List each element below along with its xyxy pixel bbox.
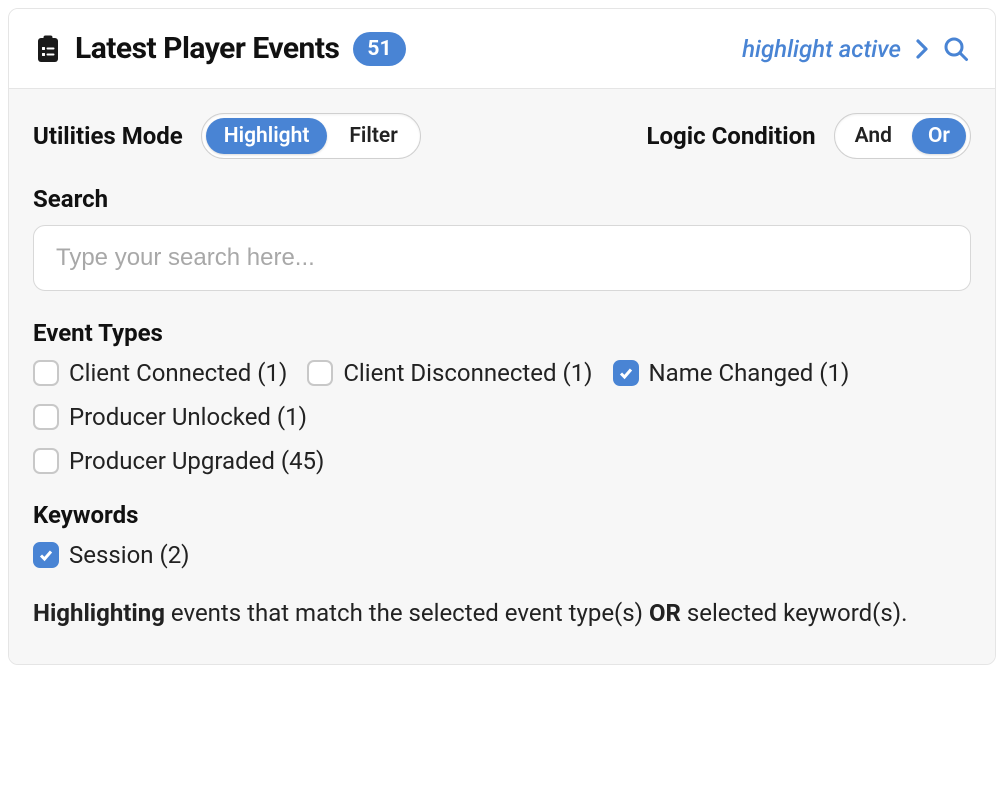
utilities-mode-label: Utilities Mode — [33, 122, 183, 150]
summary-or: OR — [649, 599, 681, 627]
panel-body: Utilities Mode Highlight Filter Logic Co… — [9, 89, 995, 664]
checkbox-box — [613, 360, 639, 386]
checkbox-label: Producer Upgraded (45) — [69, 447, 324, 475]
panel-title: Latest Player Events — [75, 31, 339, 66]
panel-header-right: highlight active — [742, 35, 969, 63]
utilities-mode-group: Utilities Mode Highlight Filter — [33, 113, 421, 159]
keywords-label: Keywords — [33, 501, 971, 529]
checkbox-label: Name Changed (1) — [649, 359, 850, 387]
logic-condition-label: Logic Condition — [647, 122, 816, 150]
checkbox-label: Producer Unlocked (1) — [69, 403, 307, 431]
checkbox-client-disconnected[interactable]: Client Disconnected (1) — [307, 359, 592, 387]
checkbox-name-changed[interactable]: Name Changed (1) — [613, 359, 850, 387]
chevron-right-icon[interactable] — [915, 38, 929, 60]
checkbox-box — [33, 404, 59, 430]
checkbox-box — [307, 360, 333, 386]
checkbox-label: Client Disconnected (1) — [343, 359, 592, 387]
utilities-mode-highlight[interactable]: Highlight — [206, 118, 328, 154]
checkbox-producer-upgraded[interactable]: Producer Upgraded (45) — [33, 447, 971, 475]
checkbox-box — [33, 360, 59, 386]
count-badge: 51 — [353, 32, 405, 66]
panel-header: Latest Player Events 51 highlight active — [9, 9, 995, 89]
summary-mid: events that match the selected event typ… — [165, 599, 649, 627]
summary-prefix: Highlighting — [33, 599, 165, 627]
utilities-mode-segmented: Highlight Filter — [201, 113, 421, 159]
checkbox-box — [33, 542, 59, 568]
checkbox-label: Session (2) — [69, 541, 190, 569]
summary-suffix: selected keyword(s). — [681, 599, 908, 627]
clipboard-icon — [35, 34, 61, 64]
logic-condition-segmented: And Or — [834, 113, 971, 159]
event-types-group: Client Connected (1) Client Disconnected… — [33, 359, 971, 475]
checkbox-client-connected[interactable]: Client Connected (1) — [33, 359, 287, 387]
search-input[interactable] — [33, 225, 971, 291]
logic-and[interactable]: And — [839, 118, 908, 154]
status-text: highlight active — [742, 35, 901, 63]
keywords-group: Session (2) — [33, 541, 971, 569]
logic-condition-group: Logic Condition And Or — [647, 113, 971, 159]
logic-or[interactable]: Or — [912, 118, 966, 154]
events-panel: Latest Player Events 51 highlight active… — [8, 8, 996, 665]
checkbox-producer-unlocked[interactable]: Producer Unlocked (1) — [33, 403, 307, 431]
utilities-mode-filter[interactable]: Filter — [331, 118, 415, 154]
checkbox-session[interactable]: Session (2) — [33, 541, 971, 569]
summary-text: Highlighting events that match the selec… — [33, 595, 971, 632]
search-icon[interactable] — [943, 36, 969, 62]
event-types-label: Event Types — [33, 319, 971, 347]
search-label: Search — [33, 185, 971, 213]
controls-row: Utilities Mode Highlight Filter Logic Co… — [33, 113, 971, 159]
panel-header-left: Latest Player Events 51 — [35, 31, 406, 66]
checkbox-box — [33, 448, 59, 474]
checkbox-label: Client Connected (1) — [69, 359, 287, 387]
